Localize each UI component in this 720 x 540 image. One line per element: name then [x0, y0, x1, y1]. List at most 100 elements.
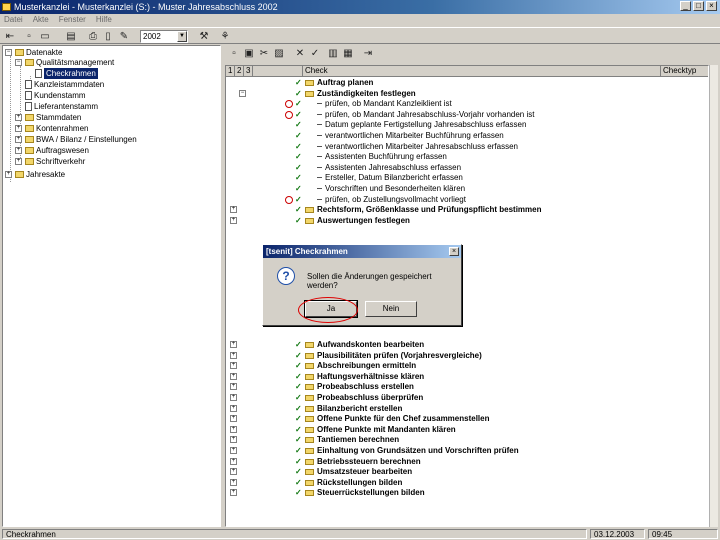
- table-row[interactable]: + ✓ Einhaltung von Grundsätzen und Vorschr…: [226, 446, 708, 456]
- checkbox[interactable]: ✓: [295, 174, 303, 182]
- checkbox[interactable]: ✓: [295, 394, 303, 402]
- minimize-button[interactable]: _: [680, 1, 691, 11]
- header-col-3[interactable]: 3: [244, 66, 253, 77]
- table-row[interactable]: + ✓ Umsatzsteuer bearbeiten: [226, 467, 708, 477]
- export-icon[interactable]: ⇥: [361, 46, 375, 60]
- table-row[interactable]: ✓ prüfen, ob Mandant Jahresabschluss-Vorj…: [226, 110, 708, 120]
- table-row[interactable]: + ✓ Plausibilitäten prüfen (Vorjahresvergl…: [226, 351, 708, 361]
- expand-icon[interactable]: +: [15, 136, 22, 143]
- checkbox[interactable]: ✓: [295, 436, 303, 444]
- table-row[interactable]: ✓ Datum geplante Fertigstellung Jahresabs…: [226, 120, 708, 130]
- cut-icon[interactable]: ✂: [257, 46, 271, 60]
- tree-item-kontenrahmen[interactable]: + Kontenrahmen: [15, 123, 88, 134]
- checkbox[interactable]: ✓: [295, 79, 303, 87]
- checkbox[interactable]: ✓: [295, 206, 303, 214]
- checkbox[interactable]: ✓: [295, 89, 303, 98]
- table-row[interactable]: ✓ Vorschriften und Besonderheiten klären: [226, 184, 708, 194]
- expand-icon[interactable]: +: [230, 478, 237, 486]
- tree-item-stammdaten[interactable]: + Stammdaten: [15, 112, 81, 123]
- expand-icon[interactable]: +: [230, 447, 237, 454]
- header-checktyp[interactable]: Checktyp: [661, 66, 708, 77]
- checkbox[interactable]: ✓: [295, 468, 303, 476]
- tree-item-auftragswesen[interactable]: + Auftragswesen: [15, 145, 89, 156]
- table-row[interactable]: + ✓ Aufwandskonten bearbeiten: [226, 340, 708, 350]
- tree-item-bwa-bilanz[interactable]: + BWA / Bilanz / Einstellungen: [15, 134, 137, 145]
- checkbox[interactable]: ✓: [295, 404, 303, 413]
- chevron-down-icon[interactable]: ▼: [177, 31, 187, 42]
- vertical-scrollbar[interactable]: [709, 65, 718, 527]
- table-row[interactable]: ✓ prüfen, ob Mandant Kanzleiklient ist: [226, 99, 708, 109]
- table-row[interactable]: + ✓ Betriebssteuern berechnen: [226, 457, 708, 467]
- table-row[interactable]: + ✓ Probeabschluss überprüfen: [226, 393, 708, 403]
- expand-icon[interactable]: +: [230, 383, 237, 391]
- year-select[interactable]: 2002 ▼: [140, 30, 188, 43]
- table-row[interactable]: ✓ verantwortlichen Mitarbeiter Buchführun…: [226, 131, 708, 141]
- table-row[interactable]: ✓ Assistenten Buchführung erfassen: [226, 152, 708, 162]
- expand-icon[interactable]: +: [230, 457, 237, 465]
- checkbox[interactable]: ✓: [295, 362, 303, 370]
- expand-icon[interactable]: +: [230, 372, 237, 380]
- expand-icon[interactable]: +: [230, 415, 237, 423]
- check-icon[interactable]: ✓: [308, 46, 322, 60]
- no-button[interactable]: Nein: [365, 301, 417, 317]
- checkbox[interactable]: ✓: [295, 195, 303, 204]
- checkbox[interactable]: ✓: [295, 153, 303, 161]
- expand-icon[interactable]: +: [230, 351, 237, 359]
- menu-akte[interactable]: Akte: [33, 14, 49, 26]
- checkbox[interactable]: ✓: [295, 351, 303, 360]
- expand-icon[interactable]: +: [15, 158, 22, 165]
- checkbox[interactable]: ✓: [295, 489, 303, 497]
- tree-item-checkrahmen[interactable]: Checkrahmen: [35, 68, 98, 79]
- table-row[interactable]: ✓ Ersteller, Datum Bilanzbericht erfassen: [226, 173, 708, 183]
- checkbox[interactable]: ✓: [295, 341, 303, 349]
- edit-icon[interactable]: ✎: [117, 29, 131, 43]
- checkbox[interactable]: ✓: [295, 132, 303, 140]
- dialog-close-button[interactable]: ×: [449, 247, 459, 256]
- table-row[interactable]: − ✓ Zuständigkeiten festlegen: [226, 89, 708, 99]
- close-button[interactable]: ×: [706, 1, 717, 11]
- tree-item-kundenstamm[interactable]: Kundenstamm: [25, 90, 86, 101]
- table-row[interactable]: + ✓ Tantiemen berechnen: [226, 435, 708, 445]
- new-doc-icon[interactable]: ▫: [227, 46, 241, 60]
- expand-icon[interactable]: +: [15, 147, 22, 154]
- table-row[interactable]: + ✓ Offene Punkte für den Chef zusammenste…: [226, 414, 708, 424]
- checkbox[interactable]: ✓: [295, 185, 303, 193]
- menu-help[interactable]: Hilfe: [96, 14, 112, 26]
- checkbox[interactable]: ✓: [295, 457, 303, 466]
- expand-icon[interactable]: +: [230, 206, 237, 214]
- header-col-2[interactable]: 2: [235, 66, 244, 77]
- tools-icon[interactable]: ⚒: [197, 29, 211, 43]
- tree-item-jahresakte[interactable]: + Jahresakte: [5, 169, 65, 180]
- collapse-icon[interactable]: −: [239, 89, 246, 97]
- new-doc-icon[interactable]: ▫: [22, 29, 36, 43]
- table-row[interactable]: ✓ Auftrag planen: [226, 78, 708, 88]
- checkbox[interactable]: ✓: [295, 100, 303, 108]
- table-row[interactable]: ✓ verantwortlichen Mitarbeiter Jahresabsc…: [226, 142, 708, 152]
- menu-file[interactable]: Datei: [4, 14, 23, 26]
- header-check[interactable]: Check: [303, 66, 661, 77]
- expand-icon[interactable]: +: [230, 216, 237, 224]
- expand-icon[interactable]: +: [15, 125, 22, 132]
- paste-icon[interactable]: ▨: [272, 46, 286, 60]
- expand-icon[interactable]: +: [230, 489, 237, 497]
- table-row[interactable]: ✓ Assistenten Jahresabschluss erfassen: [226, 163, 708, 173]
- expand-icon[interactable]: +: [230, 436, 237, 444]
- expand-icon[interactable]: +: [230, 468, 237, 476]
- expand-icon[interactable]: +: [230, 362, 237, 370]
- delete-icon[interactable]: ✕: [293, 46, 307, 60]
- checkbox[interactable]: ✓: [295, 383, 303, 391]
- table-row[interactable]: + ✓ Bilanzbericht erstellen: [226, 404, 708, 414]
- expand-icon[interactable]: +: [5, 171, 12, 178]
- document-icon[interactable]: ▯: [101, 29, 115, 43]
- checkbox[interactable]: ✓: [295, 142, 303, 151]
- view-list-icon[interactable]: ▥: [326, 46, 340, 60]
- expand-icon[interactable]: +: [230, 394, 237, 401]
- table-row[interactable]: + ✓ Rechtsform, Größenklasse und Prüfungsp…: [226, 205, 708, 215]
- checkbox[interactable]: ✓: [295, 121, 303, 129]
- table-row[interactable]: + ✓ Probeabschluss erstellen: [226, 382, 708, 392]
- menu-window[interactable]: Fenster: [59, 14, 86, 26]
- expand-icon[interactable]: +: [230, 425, 237, 433]
- tree-item-qualitaetsmanagement[interactable]: − Qualitätsmanagement: [15, 57, 114, 68]
- tree-item-schriftverkehr[interactable]: + Schriftverkehr: [15, 156, 85, 167]
- checkbox[interactable]: ✓: [295, 415, 303, 423]
